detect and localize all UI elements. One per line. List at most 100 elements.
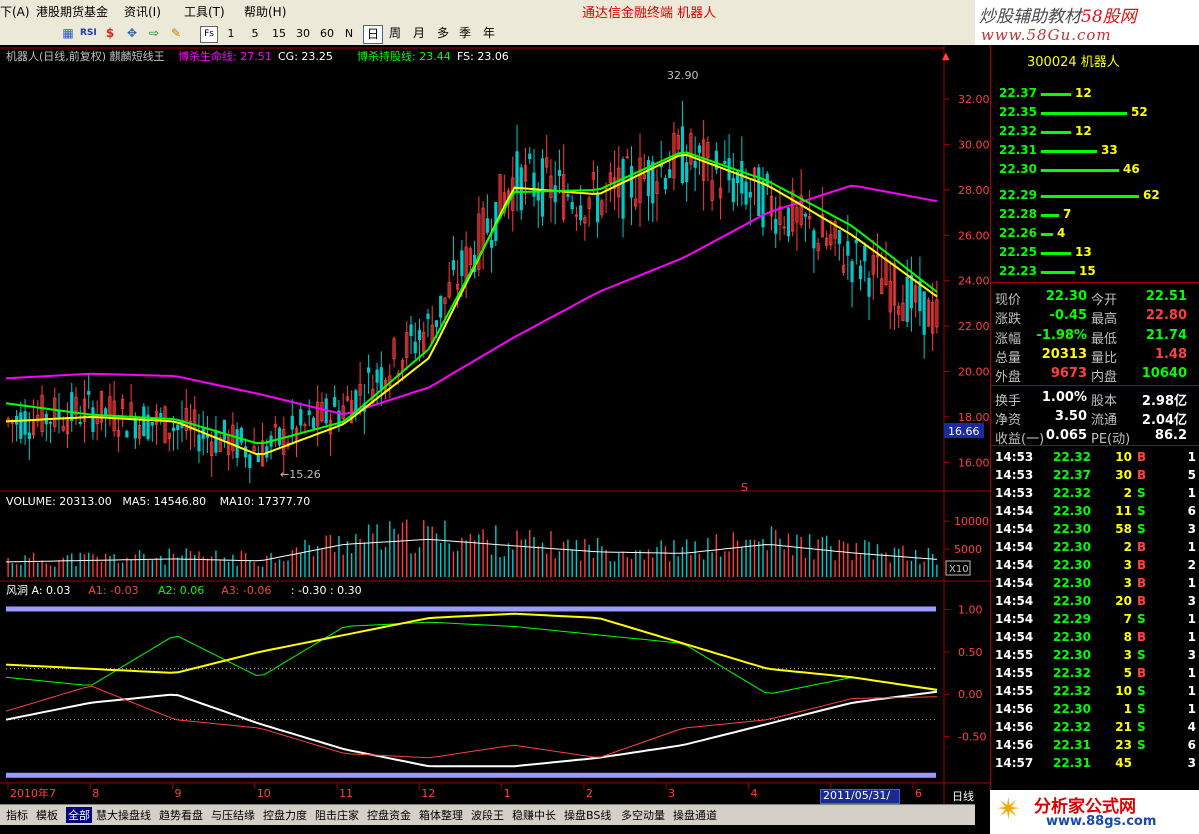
- candle-body: [905, 276, 909, 323]
- indicator-tab[interactable]: 模板: [36, 807, 58, 823]
- indicator-tab[interactable]: 波段王: [471, 807, 504, 823]
- indicator-tab[interactable]: 趋势看盘: [159, 807, 203, 823]
- candle-body: [731, 178, 735, 203]
- tick-row[interactable]: 14:57 22.31 45 3: [991, 755, 1199, 773]
- candle-body: [19, 412, 23, 439]
- panel-divider: [991, 282, 1199, 283]
- tick-count: 3: [1187, 756, 1196, 770]
- indicator-tab[interactable]: 与压结缘: [211, 807, 255, 823]
- tick-time: 14:55: [995, 684, 1034, 698]
- tick-side: S: [1137, 738, 1146, 752]
- tick-row[interactable]: 14:54 22.30 58 S 3: [991, 521, 1199, 539]
- period-60min[interactable]: 60: [318, 25, 336, 42]
- tick-row[interactable]: 14:53 22.32 2 S 1: [991, 485, 1199, 503]
- order-volume-bar: [1041, 93, 1071, 96]
- indicator-tab[interactable]: 稳赚中长: [512, 807, 556, 823]
- period-quarter[interactable]: 季: [456, 25, 474, 42]
- order-book-row[interactable]: 22.25 13: [991, 244, 1199, 262]
- candle-body: [485, 218, 489, 233]
- order-book-row[interactable]: 22.35 52: [991, 104, 1199, 122]
- tick-row[interactable]: 14:54 22.29 7 S 1: [991, 611, 1199, 629]
- low-label: ←15.26: [280, 468, 321, 481]
- period-5min[interactable]: 5: [248, 25, 262, 42]
- period-year[interactable]: 年: [480, 25, 498, 42]
- fs-icon[interactable]: Fs: [200, 26, 218, 43]
- indicator-tab[interactable]: 箱体整理: [419, 807, 463, 823]
- grid-icon[interactable]: ▦: [60, 26, 76, 41]
- chart-area[interactable]: 32.0030.0028.0026.0024.0022.0020.0018.00…: [0, 45, 990, 805]
- order-book-row[interactable]: 22.37 12: [991, 85, 1199, 103]
- tick-row[interactable]: 14:55 22.32 10 S 1: [991, 683, 1199, 701]
- tick-row[interactable]: 14:54 22.30 8 B 1: [991, 629, 1199, 647]
- stat-value: 2.98亿: [1141, 393, 1187, 409]
- order-price: 22.37: [999, 86, 1037, 100]
- order-book-row[interactable]: 22.28 7: [991, 206, 1199, 224]
- tick-row[interactable]: 14:54 22.30 11 S 6: [991, 503, 1199, 521]
- export-icon[interactable]: ⇨: [146, 26, 162, 41]
- indicator-tab[interactable]: 多空动量: [621, 807, 665, 823]
- order-book-row[interactable]: 22.26 4: [991, 225, 1199, 243]
- tick-price: 22.30: [1053, 540, 1091, 554]
- tick-volume: 20: [1115, 594, 1132, 608]
- dollar-icon[interactable]: $: [102, 26, 118, 41]
- menu-item-hk-futures[interactable]: 港股期货基金: [36, 3, 108, 20]
- period-n[interactable]: N: [342, 25, 356, 42]
- order-book-row[interactable]: 22.32 12: [991, 123, 1199, 141]
- candle-body: [850, 261, 854, 283]
- tick-row[interactable]: 14:54 22.30 20 B 3: [991, 593, 1199, 611]
- tick-row[interactable]: 14:54 22.30 2 B 1: [991, 539, 1199, 557]
- tick-row[interactable]: 14:54 22.30 3 B 2: [991, 557, 1199, 575]
- indicator-tab[interactable]: 阻击庄家: [315, 807, 359, 823]
- indicator-tab[interactable]: 操盘通道: [673, 807, 717, 823]
- order-volume-bar: [1041, 233, 1053, 236]
- tick-row[interactable]: 14:53 22.37 30 B 5: [991, 467, 1199, 485]
- period-multi[interactable]: 多: [434, 25, 452, 42]
- indicator-tab[interactable]: 控盘资金: [367, 807, 411, 823]
- candle-body: [570, 201, 574, 210]
- pencil-icon[interactable]: ✎: [168, 26, 184, 41]
- stat-label: 涨幅: [995, 331, 1022, 347]
- menu-item-help[interactable]: 帮助(H): [244, 3, 286, 20]
- menu-item-analysis[interactable]: 下(A): [0, 3, 30, 20]
- period-day[interactable]: 日: [363, 25, 383, 44]
- order-book-row[interactable]: 22.30 46: [991, 161, 1199, 179]
- tick-price: 22.30: [1053, 702, 1091, 716]
- order-book-row[interactable]: 22.23 15: [991, 263, 1199, 281]
- tick-time: 14:56: [995, 720, 1034, 734]
- menu-item-tools[interactable]: 工具(T): [184, 3, 225, 20]
- candle-body: [663, 178, 668, 190]
- tick-row[interactable]: 14:53 22.32 10 B 1: [991, 449, 1199, 467]
- indicator-tab[interactable]: 指标: [6, 807, 28, 823]
- candle-body: [48, 421, 53, 424]
- tick-price: 22.32: [1053, 486, 1091, 500]
- menu-item-info[interactable]: 资讯(I): [124, 3, 161, 20]
- tick-row[interactable]: 14:56 22.31 23 S 6: [991, 737, 1199, 755]
- candle-body: [150, 421, 154, 426]
- scroll-up-icon[interactable]: ▲: [942, 51, 950, 62]
- tick-row[interactable]: 14:55 22.30 3 S 3: [991, 647, 1199, 665]
- panel-divider: [991, 385, 1199, 386]
- period-week[interactable]: 周: [386, 25, 404, 42]
- period-1min[interactable]: 1: [224, 25, 238, 42]
- period-30min[interactable]: 30: [294, 25, 312, 42]
- tick-row[interactable]: 14:55 22.32 5 B 1: [991, 665, 1199, 683]
- indicator-tab[interactable]: 操盘BS线: [564, 807, 611, 823]
- candle-body: [290, 415, 294, 430]
- tick-row[interactable]: 14:54 22.30 3 B 1: [991, 575, 1199, 593]
- order-book-row[interactable]: 22.31 33: [991, 142, 1199, 160]
- period-15min[interactable]: 15: [270, 25, 288, 42]
- order-book-row[interactable]: 22.29 62: [991, 187, 1199, 205]
- cursor-date-box: 2011/05/31/二: [820, 789, 900, 817]
- tick-row[interactable]: 14:56 22.32 21 S 4: [991, 719, 1199, 737]
- rsi-icon[interactable]: RSI: [80, 26, 97, 41]
- indicator-tab[interactable]: 全部: [66, 807, 92, 823]
- indicator-tab[interactable]: 慧大操盘线: [96, 807, 151, 823]
- tick-count: 1: [1187, 666, 1196, 680]
- candle-body: [159, 412, 163, 418]
- crosshair-icon[interactable]: ✥: [124, 26, 140, 41]
- tick-row[interactable]: 14:56 22.30 1 S 1: [991, 701, 1199, 719]
- tick-time: 14:53: [995, 486, 1034, 500]
- candle-body: [909, 275, 914, 309]
- period-month[interactable]: 月: [410, 25, 428, 42]
- indicator-tab[interactable]: 控盘力度: [263, 807, 307, 823]
